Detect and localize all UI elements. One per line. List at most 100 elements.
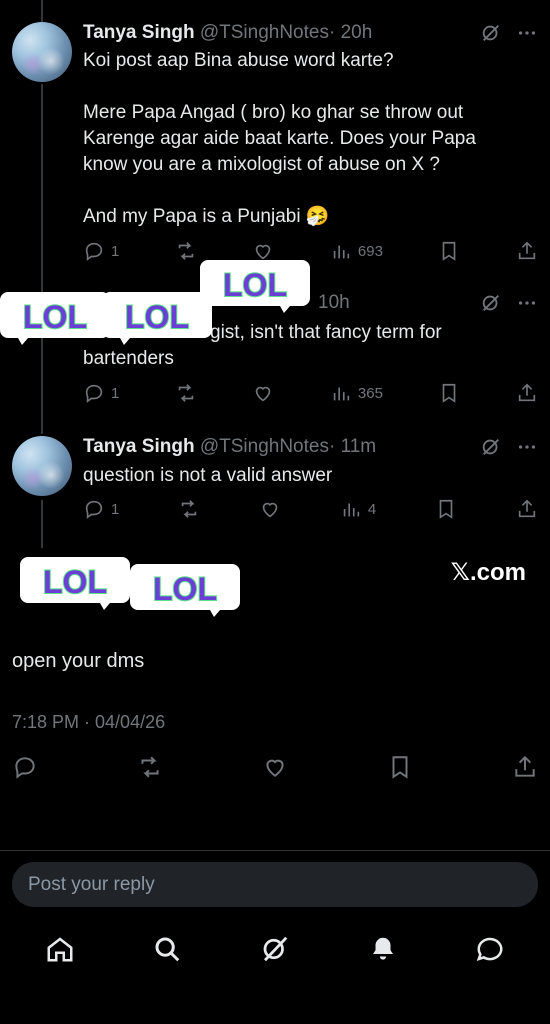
thread-line [41,0,43,22]
like-icon [259,498,281,520]
reply-button[interactable]: 1 [83,382,119,404]
share-button[interactable] [516,382,538,404]
views-button[interactable]: 365 [330,382,383,404]
post-text: question is not a valid answer [83,463,332,489]
bookmark-icon [438,240,460,262]
brand-watermark: 𝕏.com [450,559,526,586]
more-icon[interactable] [516,22,538,44]
reply-post[interactable]: Tanya Singh @TSinghNotes· 20h Koi post a… [0,22,550,272]
post-line: Karenge agar aide baat karte. Does your … [83,128,476,149]
post-actions: 1 365 [83,382,538,404]
views-button[interactable]: 4 [340,498,376,520]
post-header: Tanya Singh @TSinghNotes· 20h [83,22,372,44]
reply-placeholder: Post your reply [28,874,155,895]
main-post-timestamp[interactable]: 7:18 PM · 04/04/26 [12,712,165,733]
repost-icon [175,240,197,262]
lol-text: LOL [43,564,107,600]
reply-button[interactable]: 1 [83,498,119,520]
grok-icon[interactable] [260,934,290,964]
bookmark-icon [438,382,460,404]
repost-button[interactable] [175,240,197,262]
bell-icon[interactable] [368,934,398,964]
reply-icon [83,498,105,520]
post-header-icons [480,22,538,44]
bookmark-icon [435,498,457,520]
post-line: Mere Papa Angad ( bro) ko ghar se throw … [83,102,464,123]
post-actions: 1 4 [83,498,538,520]
like-button[interactable] [259,498,281,520]
views-icon [330,240,352,262]
reply-icon[interactable] [12,754,38,780]
reply-icon [83,240,105,262]
bottom-nav [0,925,550,973]
lol-text: LOL [153,571,217,607]
messages-icon[interactable] [475,934,505,964]
share-icon [516,498,538,520]
post-time: 10h [318,292,350,313]
lol-text: LOL [223,267,287,303]
views-icon [340,498,362,520]
post-line: know you are a mixologist of abuse on X … [83,154,440,175]
post-line: bartenders [83,348,174,369]
reply-button[interactable]: 1 [83,240,119,262]
repost-icon [175,382,197,404]
lol-text: LOL [125,299,189,335]
share-icon [516,382,538,404]
reply-post[interactable]: Tanya Singh @TSinghNotes· 11m question i… [0,436,550,526]
home-icon[interactable] [45,934,75,964]
share-button[interactable] [516,498,538,520]
lol-sticker: LOL [18,553,132,611]
grok-icon[interactable] [480,436,502,458]
like-button[interactable] [252,382,274,404]
bookmark-icon[interactable] [387,754,413,780]
views-button[interactable]: 693 [330,240,383,262]
lol-sticker: LOL [0,288,112,346]
lol-sticker: LOL [198,256,312,314]
share-button[interactable] [516,240,538,262]
post-time: · 11m [328,436,377,457]
views-count: 365 [357,384,383,402]
author-handle[interactable]: @TSinghNotes [200,22,329,43]
post-text: Koi post aap Bina abuse word karte? Mere… [83,48,476,230]
author-name[interactable]: Tanya Singh [83,22,195,43]
reply-input[interactable]: Post your reply [12,862,538,907]
divider [0,850,550,851]
lol-sticker: LOL [100,288,214,346]
bookmark-button[interactable] [435,498,457,520]
bookmark-button[interactable] [438,382,460,404]
views-count: 693 [357,242,383,260]
repost-button[interactable] [178,498,200,520]
like-icon [252,382,274,404]
avatar[interactable] [12,436,72,496]
post-line: question is not a valid answer [83,465,333,486]
share-icon [516,240,538,262]
repost-icon [178,498,200,520]
like-icon[interactable] [262,754,288,780]
more-icon[interactable] [516,436,538,458]
main-post-actions [12,754,538,780]
views-count: 4 [367,500,377,518]
views-icon [330,382,352,404]
author-handle[interactable]: @TSinghNotes [200,436,329,457]
repost-icon[interactable] [137,754,163,780]
author-name[interactable]: Tanya Singh [83,436,195,457]
avatar[interactable] [12,22,72,82]
post-line: And my Papa is a Punjabi 🤧 [83,206,330,227]
reply-count: 1 [111,384,120,402]
share-icon[interactable] [512,754,538,780]
more-icon[interactable] [516,292,538,314]
reply-icon [83,382,105,404]
lol-text: LOL [23,299,87,335]
bookmark-button[interactable] [438,240,460,262]
lol-sticker: LOL [128,560,242,618]
repost-button[interactable] [175,382,197,404]
reply-count: 1 [111,242,120,260]
search-icon[interactable] [152,934,182,964]
reply-count: 1 [111,500,120,518]
post-header: 10h [318,292,350,314]
grok-icon[interactable] [480,22,502,44]
main-post-text: open your dms [12,650,145,672]
grok-icon[interactable] [480,292,502,314]
